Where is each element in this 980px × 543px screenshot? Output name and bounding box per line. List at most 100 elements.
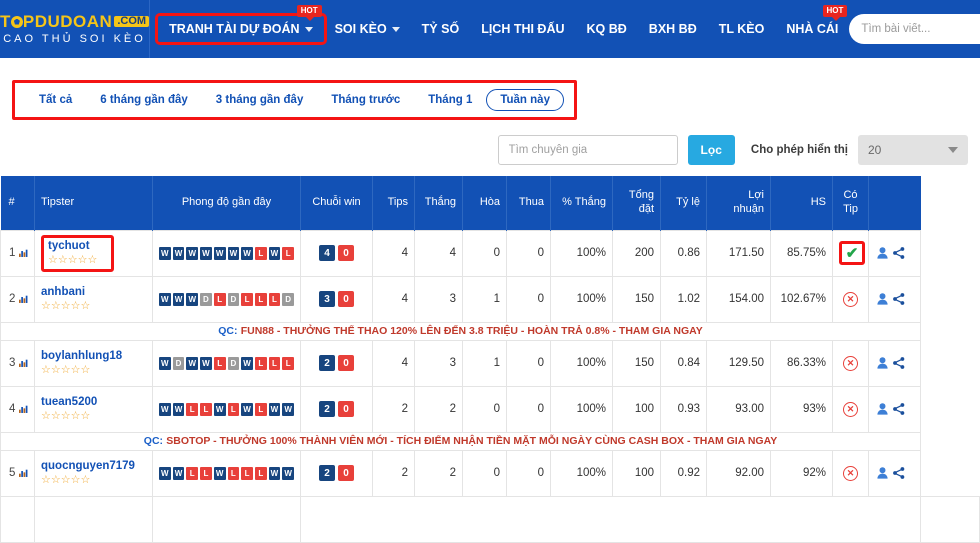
site-logo[interactable]: T PDUDOAN .COM CAO THỦ SOI KÈO xyxy=(0,0,151,58)
form-badge: L xyxy=(254,246,267,260)
tipster-name[interactable]: anhbani xyxy=(41,286,146,298)
form-row: WDWWLDWLLL xyxy=(158,356,295,370)
filter-tab-thang-truoc[interactable]: Tháng trước xyxy=(317,89,414,111)
share-icon[interactable] xyxy=(893,293,905,305)
cell-profit: 171.50 xyxy=(706,229,771,277)
rank-number: 4 xyxy=(9,403,16,415)
ad-row[interactable]: QC: SBOTOP - THƯỞNG 100% THÀNH VIÊN MỚI … xyxy=(0,431,980,451)
nav-label-bxh-bd: BXH BĐ xyxy=(648,22,697,36)
th-losses[interactable]: Thua xyxy=(506,176,551,230)
th-profit[interactable]: Lợi nhuận xyxy=(706,176,771,230)
nav-item-nha-cai[interactable]: HOT NHÀ CÁI xyxy=(775,5,849,42)
table-row[interactable]: 3 boylanhlung18 ☆☆☆☆☆ W D W W L D W L L L 2 0 4 3 1 0 100% 1… xyxy=(0,339,980,387)
th-hs[interactable]: HS xyxy=(770,176,833,230)
ad-cell[interactable]: QC: FUN88 - THƯỞNG THỂ THAO 120% LÊN ĐẾN… xyxy=(0,321,921,341)
table-header-row: # Tipster Phong độ gần đây Chuỗi win Tip… xyxy=(0,176,980,230)
cell-odds: 0.86 xyxy=(660,229,707,277)
nav-label-tl-keo: TL KÈO xyxy=(718,22,765,36)
page-size-select[interactable]: 20 xyxy=(858,135,968,165)
expert-search-input[interactable] xyxy=(497,135,678,165)
th-form[interactable]: Phong độ gần đây xyxy=(152,176,301,230)
hot-badge-tranh-tai: HOT xyxy=(296,5,322,22)
cell-hs: 92% xyxy=(770,449,833,497)
filter-tab-thang-1[interactable]: Tháng 1 xyxy=(414,89,486,111)
th-win-percent[interactable]: % Thắng xyxy=(550,176,613,230)
th-total-stake[interactable]: Tổng đặt xyxy=(612,176,661,230)
stats-chart-icon[interactable] xyxy=(19,293,28,305)
profile-icon[interactable] xyxy=(877,403,888,415)
th-tipster[interactable]: Tipster xyxy=(34,176,153,230)
nav-label-tranh-tai: TRANH TÀI DỰ ĐOÁN xyxy=(169,22,300,36)
tipster-name[interactable]: tychuot xyxy=(48,240,97,252)
cell-has-tip: ✔ xyxy=(832,229,869,277)
stats-chart-icon[interactable] xyxy=(19,357,28,369)
cell-profit: 92.00 xyxy=(706,449,771,497)
streak-loss-badge: 0 xyxy=(338,355,354,371)
ad-cell[interactable]: QC: SBOTOP - THƯỞNG 100% THÀNH VIÊN MỚI … xyxy=(0,431,921,451)
table-row[interactable]: 5 quocnguyen7179 ☆☆☆☆☆ W W L L W L L L W W 2 0 2 2 0 0 100%… xyxy=(0,449,980,497)
cell-actions xyxy=(868,339,921,387)
form-badge: W xyxy=(158,292,171,306)
share-icon[interactable] xyxy=(893,467,905,479)
form-badge: W xyxy=(158,466,171,480)
no-tip-icon: ✕ xyxy=(843,401,858,417)
allow-display-label: Cho phép hiển thị xyxy=(750,144,848,156)
table-row[interactable]: 2 anhbani ☆☆☆☆☆ W W W D L D L L L D 3 0 4 3 1 0 100% 150 1.02… xyxy=(0,275,980,323)
th-rank[interactable]: # xyxy=(0,176,35,230)
nav-item-bxh-bd[interactable]: BXH BĐ xyxy=(638,16,708,42)
article-search-box[interactable] xyxy=(849,14,980,44)
form-badge: L xyxy=(186,402,199,416)
form-badge: W xyxy=(241,402,253,416)
th-draws[interactable]: Hòa xyxy=(462,176,507,230)
nav-item-soi-keo[interactable]: SOI KÈO xyxy=(324,16,411,42)
nav-item-ty-so[interactable]: TỶ SỐ xyxy=(411,16,471,42)
profile-icon[interactable] xyxy=(877,247,888,259)
nav-item-tranh-tai-du-doan[interactable]: HOT TRANH TÀI DỰ ĐOÁN xyxy=(155,5,327,45)
cell-tipster: boylanhlung18 ☆☆☆☆☆ xyxy=(34,339,153,387)
tipster-name[interactable]: boylanhlung18 xyxy=(41,350,146,362)
stats-chart-icon[interactable] xyxy=(19,247,28,259)
share-icon[interactable] xyxy=(893,357,905,369)
ad-text[interactable]: FUN88 - THƯỞNG THỂ THAO 120% LÊN ĐẾN 3.8… xyxy=(241,325,703,337)
profile-icon[interactable] xyxy=(877,357,888,369)
nav-item-lich-thi-dau[interactable]: LỊCH THI ĐẤU xyxy=(470,16,575,42)
filter-tab-3-thang[interactable]: 3 tháng gần đây xyxy=(202,89,318,111)
share-icon[interactable] xyxy=(893,403,905,415)
form-badge: W xyxy=(172,402,185,416)
th-has-tip[interactable]: Có Tip xyxy=(832,176,869,230)
stats-chart-icon[interactable] xyxy=(19,467,28,479)
form-badge: W xyxy=(158,356,171,370)
nav-item-tl-keo[interactable]: TL KÈO xyxy=(708,16,776,42)
cell-wins: 2 xyxy=(414,385,463,433)
filter-submit-button[interactable]: Lọc xyxy=(687,135,735,165)
th-streak[interactable]: Chuỗi win xyxy=(300,176,373,230)
table-row[interactable] xyxy=(0,495,980,543)
tipster-name[interactable]: quocnguyen7179 xyxy=(41,460,146,472)
cell-win-percent: 100% xyxy=(550,339,613,387)
filter-tab-tuan-nay[interactable]: Tuần này xyxy=(486,89,564,111)
th-tips[interactable]: Tips xyxy=(372,176,415,230)
streak-loss-badge: 0 xyxy=(338,465,354,481)
profile-icon[interactable] xyxy=(877,293,888,305)
cell-streak: 20 xyxy=(300,339,373,387)
table-row[interactable]: 1 tychuot ☆☆☆☆☆ W W W W W W W L W L 4 0 4 4 0 0 100% 200 0.86… xyxy=(0,229,980,277)
table-row[interactable]: 4 tuean5200 ☆☆☆☆☆ W W L L W L W L W W 2 0 2 2 0 0 100% 100 0.… xyxy=(0,385,980,433)
streak-win-badge: 2 xyxy=(319,401,335,417)
cell-profit: 93.00 xyxy=(706,385,771,433)
stats-chart-icon[interactable] xyxy=(19,403,28,415)
cell-draws: 0 xyxy=(462,449,507,497)
filter-tab-6-thang[interactable]: 6 tháng gần đây xyxy=(86,89,202,111)
cell-draws: 1 xyxy=(462,339,507,387)
ad-text[interactable]: SBOTOP - THƯỞNG 100% THÀNH VIÊN MỚI - TÍ… xyxy=(166,435,777,447)
filter-tab-tat-ca[interactable]: Tất cả xyxy=(25,89,86,111)
th-wins[interactable]: Thắng xyxy=(414,176,463,230)
rank-number: 1 xyxy=(9,247,16,259)
th-odds[interactable]: Tỷ lệ xyxy=(660,176,707,230)
nav-item-kq-bd[interactable]: KQ BĐ xyxy=(576,16,638,42)
tipster-name[interactable]: tuean5200 xyxy=(41,396,146,408)
chevron-down-icon xyxy=(948,147,958,153)
share-icon[interactable] xyxy=(893,247,905,259)
ad-row[interactable]: QC: FUN88 - THƯỞNG THỂ THAO 120% LÊN ĐẾN… xyxy=(0,321,980,341)
profile-icon[interactable] xyxy=(877,467,888,479)
search-input[interactable] xyxy=(859,22,980,36)
